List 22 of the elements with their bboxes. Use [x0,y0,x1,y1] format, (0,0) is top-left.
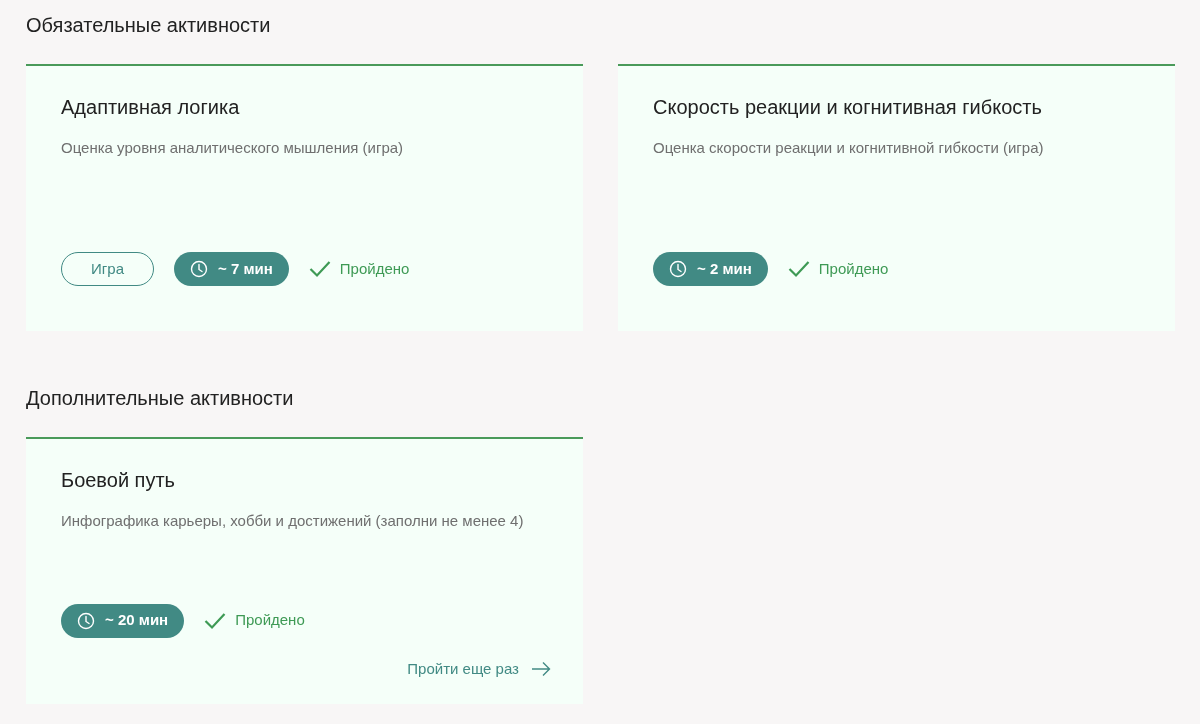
clock-icon [669,260,687,278]
duration-text: ~ 7 мин [218,258,273,279]
check-icon [787,260,810,278]
card-title: Боевой путь [61,468,177,493]
check-icon [308,260,331,278]
status-text: Пройдено [818,258,889,279]
card-title: Адаптивная логика [61,95,241,120]
card-description: Инфографика карьеры, хобби и достижений (заполни не менее 4) [61,511,525,531]
status-text: Пройдено [339,258,410,279]
status-text: Пройдено [235,610,305,631]
clock-icon [190,260,208,278]
card-description: Оценка уровня аналитического мышления (игра) [61,138,405,158]
clock-icon [77,611,95,630]
duration-text: ~ 2 мин [697,258,752,279]
retry-link[interactable]: Пройти еще раз [407,657,551,680]
card-description: Оценка скорости реакции и когнитивной гибкости (игра) [653,138,1045,158]
section-title: Дополнительные активности [26,386,295,411]
card-title: Скорость реакции и когнитивная гибкость [653,95,1043,120]
duration-text: ~ 20 мин [105,610,169,631]
section-title: Обязательные активности [26,13,272,38]
arrow-right-icon [531,660,551,677]
check-icon [204,611,227,630]
